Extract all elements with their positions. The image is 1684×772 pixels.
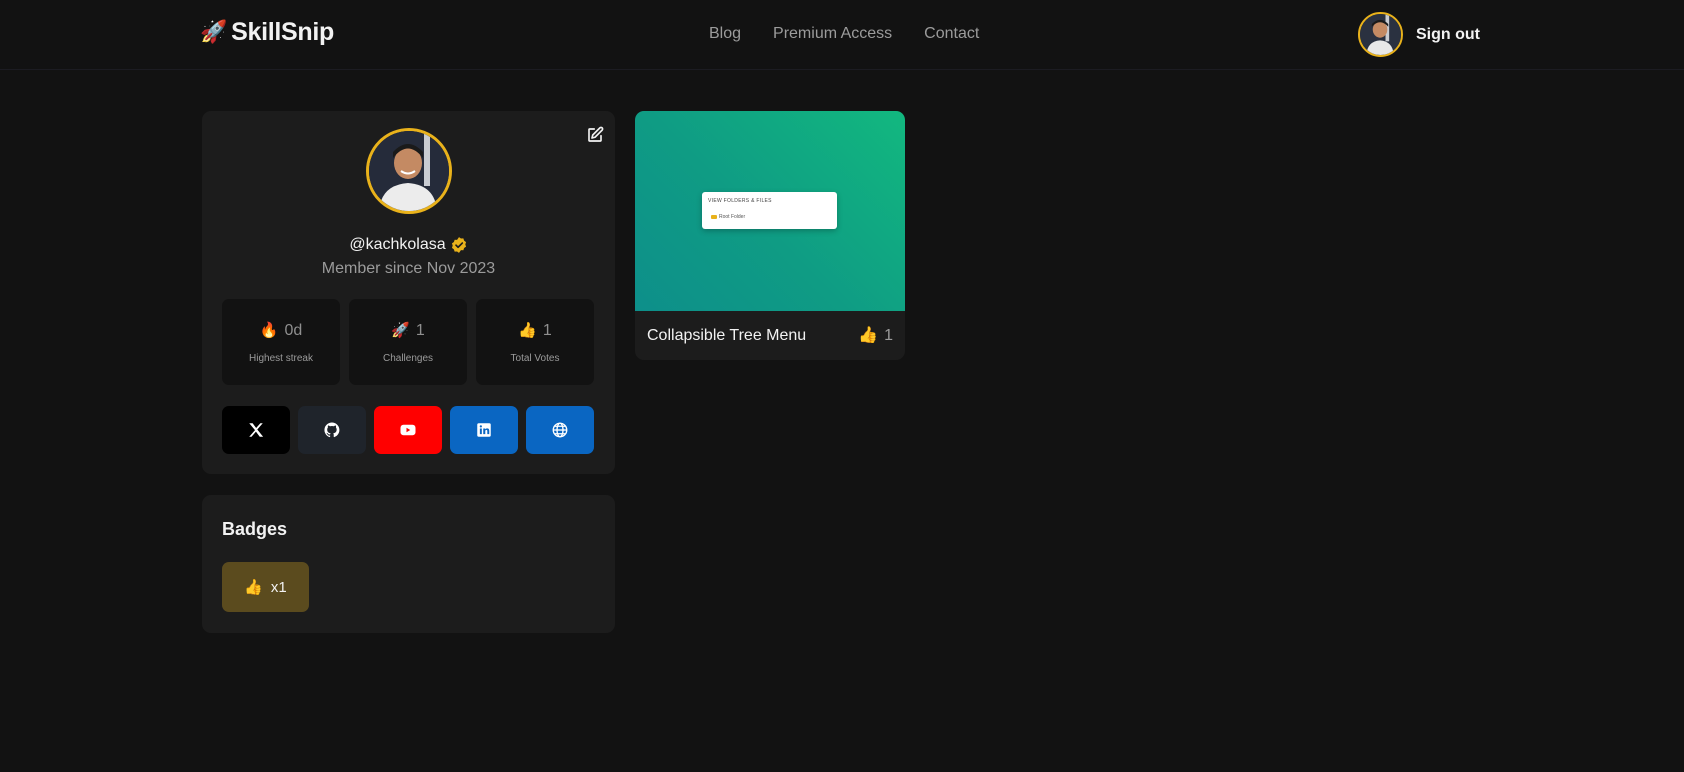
nav-contact[interactable]: Contact — [924, 22, 979, 46]
stat-label: Highest streak — [249, 353, 313, 364]
preview-window-title: VIEW FOLDERS & FILES — [708, 198, 772, 204]
badges-heading: Badges — [222, 519, 288, 539]
avatar-photo — [1360, 14, 1401, 55]
linkedin-link-button[interactable] — [450, 406, 518, 454]
thumbs-up-icon: 👍 — [858, 327, 879, 344]
stat-highest-streak: 🔥 0d Highest streak — [222, 299, 340, 385]
stat-value: 1 — [415, 322, 425, 339]
nav-blog[interactable]: Blog — [709, 22, 741, 46]
member-since: Member since Nov 2023 — [321, 260, 496, 277]
social-links — [222, 406, 594, 454]
fire-icon: 🔥 — [259, 322, 279, 339]
username-row: @kachkolasa — [202, 234, 615, 256]
stat-challenges: 🚀 1 Challenges — [349, 299, 467, 385]
stat-total-votes: 👍 1 Total Votes — [476, 299, 594, 385]
stat-value: 1 — [542, 322, 552, 339]
stat-label: Challenges — [382, 353, 434, 364]
folder-icon — [711, 215, 717, 219]
profile-card: @kachkolasa Member since Nov 2023 🔥 0d H… — [202, 111, 615, 474]
verified-badge-icon — [451, 237, 466, 253]
youtube-icon — [400, 424, 416, 436]
profile-avatar — [366, 128, 452, 214]
preview-tree-item: Root Folder — [711, 214, 745, 220]
thumbs-up-icon: 👍 — [244, 579, 263, 596]
stat-label: Total Votes — [510, 353, 560, 364]
badge-item[interactable]: 👍 x1 — [222, 562, 309, 612]
avatar-photo — [369, 131, 449, 211]
nav-premium-access[interactable]: Premium Access — [773, 22, 892, 46]
logo-text: SkillSnip — [231, 17, 334, 46]
linkedin-icon — [477, 423, 491, 437]
user-avatar[interactable] — [1358, 12, 1403, 57]
website-link-button[interactable] — [526, 406, 594, 454]
x-link-button[interactable] — [222, 406, 290, 454]
youtube-link-button[interactable] — [374, 406, 442, 454]
globe-icon — [552, 422, 568, 438]
stat-value: 0d — [284, 322, 303, 339]
top-navbar: 🚀 SkillSnip Blog Premium Access Contact … — [0, 0, 1684, 70]
thumbs-up-icon: 👍 — [518, 322, 537, 339]
challenge-preview: VIEW FOLDERS & FILES Root Folder — [635, 111, 905, 311]
username: @kachkolasa — [349, 236, 446, 253]
preview-window: VIEW FOLDERS & FILES Root Folder — [702, 192, 837, 229]
sign-out-button[interactable]: Sign out — [1416, 24, 1480, 46]
challenge-title: Collapsible Tree Menu — [647, 327, 807, 344]
badges-card: Badges 👍 x1 — [202, 495, 615, 633]
github-icon — [324, 422, 340, 438]
rocket-icon: 🚀 — [200, 19, 228, 44]
edit-icon[interactable] — [586, 126, 604, 144]
main-nav: Blog Premium Access Contact — [709, 22, 979, 46]
github-link-button[interactable] — [298, 406, 366, 454]
challenge-votes[interactable]: 👍 1 — [858, 325, 893, 347]
stats-row: 🔥 0d Highest streak 🚀 1 Challenges 👍 1 T… — [222, 299, 594, 385]
badge-count: x1 — [270, 578, 287, 596]
x-icon — [249, 423, 264, 437]
preview-tree-item-label: Root Folder — [719, 214, 746, 220]
challenge-card[interactable]: VIEW FOLDERS & FILES Root Folder Collaps… — [635, 111, 905, 360]
logo[interactable]: 🚀 SkillSnip — [200, 16, 334, 48]
rocket-icon: 🚀 — [391, 322, 410, 339]
vote-count: 1 — [884, 327, 893, 344]
